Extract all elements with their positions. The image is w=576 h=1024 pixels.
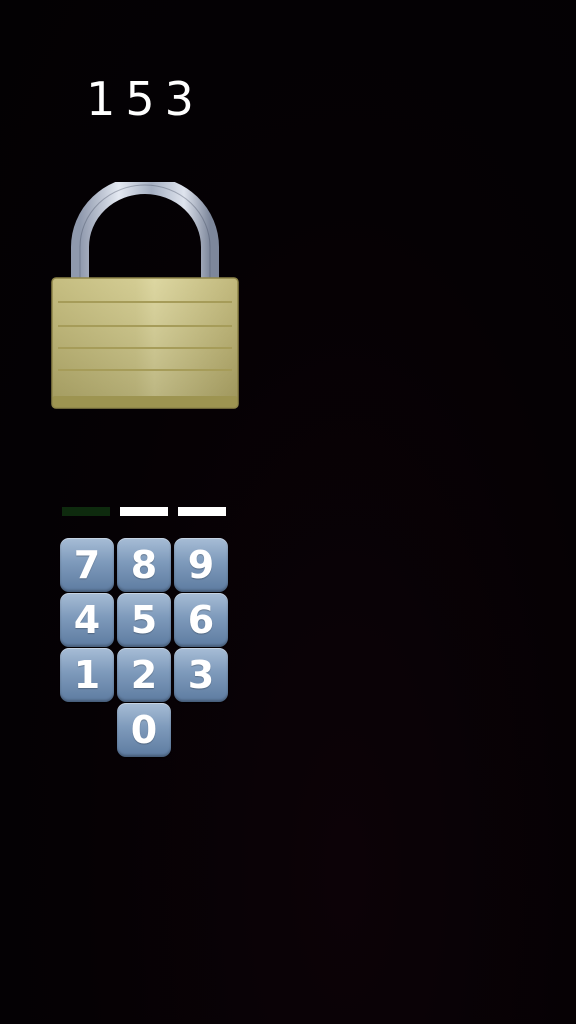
number-keypad: 789 456 1230 (60, 538, 232, 760)
key-9-button[interactable]: 9 (174, 538, 228, 592)
entered-digit-dash (62, 507, 110, 516)
padlock-icon (50, 176, 240, 412)
empty-digit-dash (120, 507, 168, 516)
code-entry-indicator (62, 507, 232, 517)
key-5-button[interactable]: 5 (117, 593, 171, 647)
empty-digit-dash (178, 507, 226, 516)
key-3-button[interactable]: 3 (174, 648, 228, 702)
key-0-button[interactable]: 0 (117, 703, 171, 757)
lock-screen: 153 7 8 9 4 5 6 1 2 3 0 (0, 0, 576, 1024)
key-8-button[interactable]: 8 (117, 538, 171, 592)
key-2-button[interactable]: 2 (117, 648, 171, 702)
key-1-button[interactable]: 1 (60, 648, 114, 702)
key-7-button[interactable]: 7 (60, 538, 114, 592)
key-4-button[interactable]: 4 (60, 593, 114, 647)
code-display: 153 (86, 72, 204, 126)
key-6-button[interactable]: 6 (174, 593, 228, 647)
